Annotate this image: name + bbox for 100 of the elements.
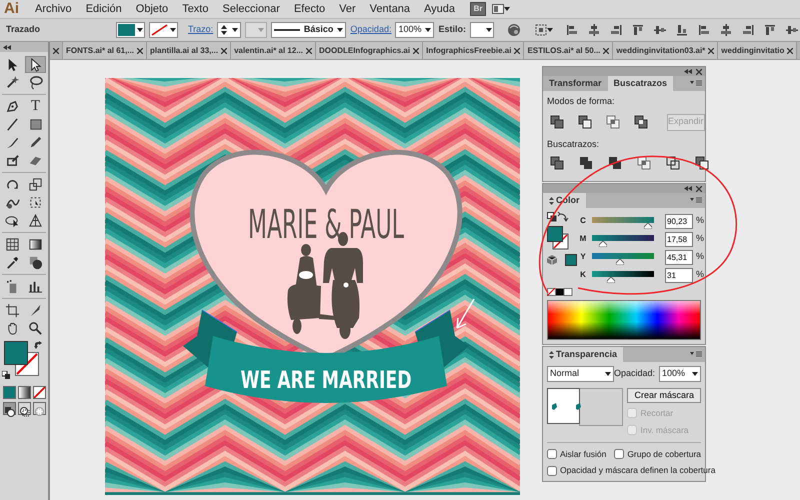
align-button[interactable] [564,23,580,37]
menu-item[interactable]: Archivo [28,1,79,17]
align-button[interactable] [652,23,668,37]
direct-selection-tool-button[interactable] [25,56,46,73]
opacity-link[interactable]: Opacidad: [350,23,392,37]
panel-menu-icon [690,80,702,86]
align-button[interactable] [784,23,800,37]
panel-tab[interactable]: Transparencia [543,347,624,362]
stroke-link[interactable]: Trazo: [188,23,214,37]
shape-mode-button[interactable] [577,115,593,129]
draw-mode-icon [4,406,14,417]
document-tab[interactable]: FONTS.ai* al 61,... [63,42,148,59]
menu-item[interactable]: Objeto [128,1,176,17]
align-button[interactable] [696,23,712,37]
menu-item[interactable]: Ayuda [417,1,462,17]
normal-draw-mode-button[interactable] [2,402,16,415]
document-tab[interactable]: InfographicsFreebie.ai [423,42,524,59]
menu-item[interactable]: Texto [175,1,216,17]
checkbox[interactable] [547,466,557,476]
align-button[interactable] [586,23,602,37]
unit-label: % [696,268,704,282]
checkbox[interactable] [614,448,624,459]
fill-color-dropdown[interactable] [116,22,146,38]
slider-track[interactable] [592,253,654,265]
document-tab[interactable]: weddinginvitation03.ai* [613,42,718,59]
pathfinder-button[interactable] [549,156,565,170]
channel-value-field[interactable]: 31 [665,268,693,282]
recolor-button[interactable] [506,23,522,37]
slider-thumb[interactable] [644,223,652,229]
make-mask-button[interactable]: Crear máscara [627,388,701,403]
workspace-switcher-button[interactable] [492,4,510,14]
slider-thumb[interactable] [598,241,607,247]
shape-mode-button[interactable] [633,115,649,129]
panel-tab[interactable]: Buscatrazos [608,76,674,91]
default-colors-icon [2,371,10,379]
document-tab[interactable]: plantilla.ai al 33,... [147,42,232,59]
tab-title: DOODLEInfographics.ai [318,44,410,56]
caret-icon [604,372,611,376]
document-tab[interactable]: valentin.ai* al 12... [231,42,316,59]
align-button[interactable] [740,23,756,37]
mask-slot [578,388,624,426]
type-tool-button[interactable]: T [25,98,46,115]
none-mode-button[interactable] [32,386,46,399]
checkbox-label: Aislar fusión [560,448,606,460]
blend-mode-dropdown[interactable]: Normal [547,366,614,382]
collapse-icon [684,186,692,191]
swap-arrows-icon [34,341,43,350]
brush-icon [5,135,20,150]
bridge-button[interactable]: Br [470,2,486,16]
align-button[interactable] [718,23,734,37]
align-icon [609,23,623,37]
graphic-style-dropdown[interactable] [470,22,494,38]
align-icon [653,23,667,37]
brush-dropdown[interactable]: Básico [270,22,346,38]
menu-item[interactable]: Edición [78,1,129,17]
pathfinder-button[interactable] [665,156,681,170]
channel-value-field[interactable]: 90,23 [665,214,693,228]
align-button[interactable] [674,23,690,37]
banner-text: WE ARE MARRIED [240,366,412,394]
menu-item[interactable]: Seleccionar [215,1,287,17]
align-button[interactable] [630,23,646,37]
shape-mode-button[interactable] [605,115,621,129]
menu-item[interactable]: Ventana [362,1,418,17]
channel-value-field[interactable]: 45,31 [665,250,693,264]
color-mode-button[interactable] [2,386,16,399]
gradient-mode-button[interactable] [18,386,30,399]
slider-track[interactable] [592,217,654,229]
document-tab[interactable]: weddinginvitatio [718,42,798,59]
document-tab[interactable]: ESTILOS.ai* al 50... [524,42,614,59]
align-to-icon [535,24,547,36]
opacity-field[interactable]: 100% [395,22,434,38]
stroke-weight-field[interactable] [217,22,242,38]
inside-draw-mode-button[interactable] [32,402,46,415]
unit-label: % [696,214,704,228]
checkbox[interactable] [547,448,557,459]
align-button[interactable] [762,23,778,37]
align-button[interactable] [608,23,624,37]
menu-item[interactable]: Efecto [286,1,332,17]
pathfinder-button[interactable] [578,156,594,170]
slider-track[interactable] [592,235,654,247]
pathfinder-button[interactable] [607,156,623,170]
behind-draw-mode-button[interactable] [18,402,30,415]
overlapping-squares-icon [634,115,648,129]
slider-thumb[interactable] [616,259,624,265]
opacity-label: Opacidad: [614,367,655,380]
menu-item[interactable]: Ver [332,1,363,17]
pathfinder-button[interactable] [694,156,710,170]
shape-mode-button[interactable] [549,115,565,129]
stroke-color-dropdown[interactable] [149,22,178,38]
pathfinder-button[interactable] [636,156,652,170]
color-spectrum[interactable] [547,300,701,340]
channel-value-field[interactable]: 17,58 [665,232,693,246]
checkbox-label: Opacidad y máscara definen la cobertura [560,464,716,477]
fill-swatch[interactable] [4,341,28,365]
slider-thumb[interactable] [607,277,616,283]
opacity-dropdown[interactable]: 100% [659,366,701,382]
unit-label: % [696,250,704,264]
align-to-button[interactable] [534,24,554,36]
document-tab[interactable]: DOODLEInfographics.ai [316,42,424,59]
slider-track[interactable] [592,271,654,283]
